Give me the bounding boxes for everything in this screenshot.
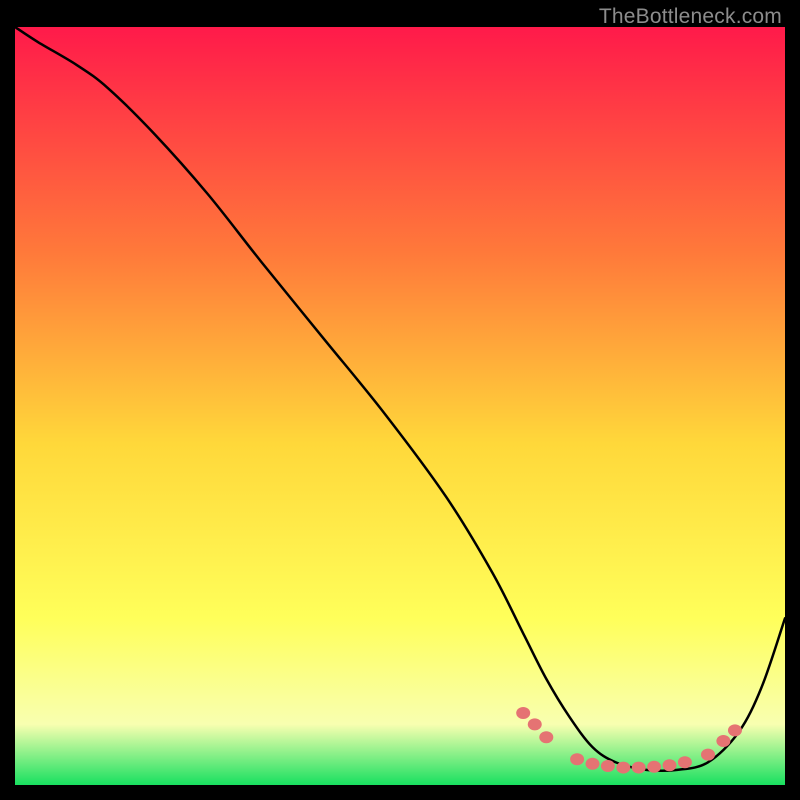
dot — [728, 724, 742, 736]
dot — [528, 718, 542, 730]
chart-frame: TheBottleneck.com — [0, 0, 800, 800]
plot-area — [15, 27, 785, 785]
dot — [663, 759, 677, 771]
dot — [586, 758, 600, 770]
dot — [716, 735, 730, 747]
gradient-background — [15, 27, 785, 785]
dot — [701, 749, 715, 761]
dot — [570, 753, 584, 765]
chart-svg — [15, 27, 785, 785]
dot — [516, 707, 530, 719]
dot — [678, 756, 692, 768]
dot — [647, 761, 661, 773]
watermark-text: TheBottleneck.com — [599, 5, 782, 29]
dot — [601, 760, 615, 772]
dot — [616, 762, 630, 774]
dot — [539, 731, 553, 743]
dot — [632, 762, 646, 774]
